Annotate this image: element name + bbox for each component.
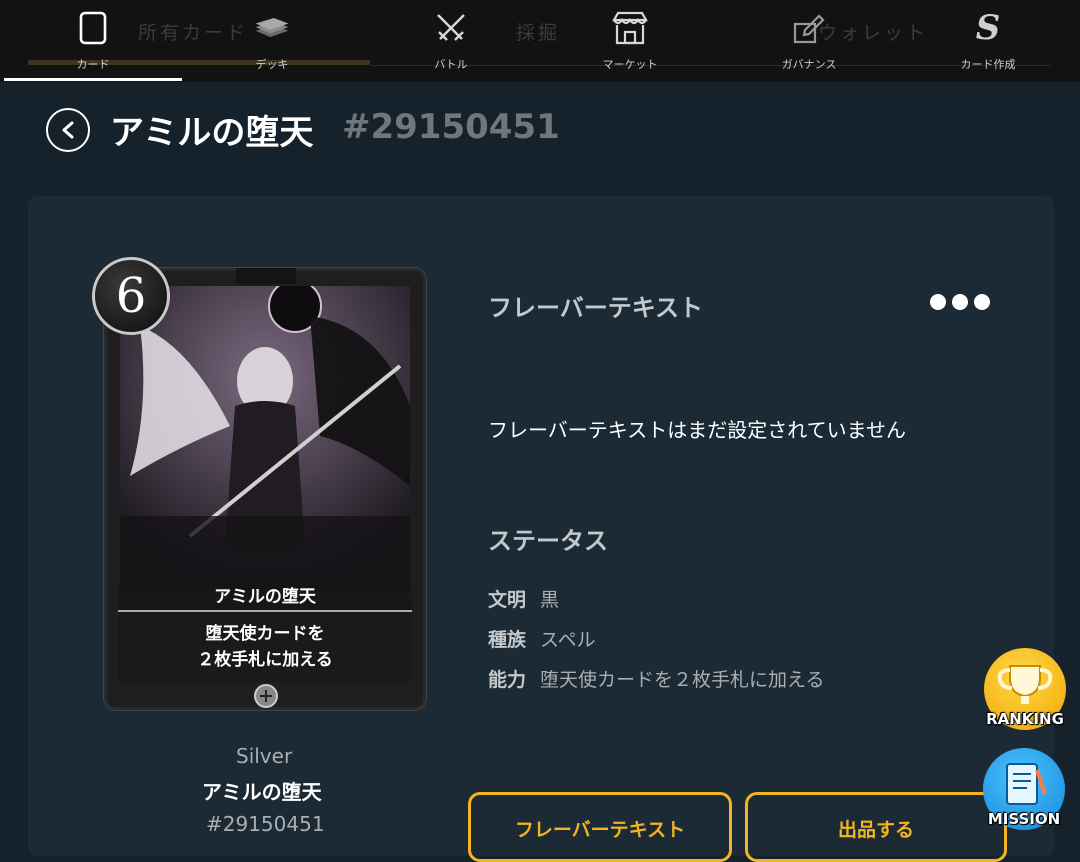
card-artwork: [120, 286, 410, 591]
status-label: 種族: [488, 629, 527, 651]
deck-icon: [252, 8, 292, 48]
status-value: スペル: [540, 629, 596, 651]
chevron-left-icon: [62, 121, 74, 139]
status-row-civilization: 文明黒: [488, 585, 559, 612]
card-caption-name: アミルの堕天: [202, 780, 322, 804]
nav-item-battle-label: バトル: [434, 58, 468, 71]
top-navigation-bar: 所有カード 採掘 ウォレット カード デッキ バトル マーケット ガバナンス S…: [0, 0, 1080, 82]
status-label: 文明: [488, 589, 527, 611]
card-name-plate: アミルの堕天: [118, 578, 412, 612]
more-dot-icon: [974, 294, 990, 310]
flavor-text-empty-message: フレーバーテキストはまだ設定されていません: [488, 418, 906, 442]
flavor-text-button[interactable]: フレーバーテキスト: [468, 792, 732, 862]
nav-item-battle[interactable]: バトル: [376, 8, 526, 72]
nav-item-deck[interactable]: デッキ: [197, 8, 347, 72]
s-logo-icon: S: [968, 8, 1008, 48]
status-value: 黒: [540, 589, 560, 611]
ranking-label: RANKING: [986, 710, 1064, 728]
card-rarity: Silver: [236, 744, 293, 768]
status-heading: ステータス: [488, 527, 608, 555]
card-caption-id: #29150451: [206, 812, 325, 836]
nav-item-deck-label: デッキ: [255, 58, 289, 71]
list-for-sale-button[interactable]: 出品する: [745, 792, 1007, 862]
page-title: アミルの堕天: [110, 113, 314, 153]
card-top-notch: [236, 268, 296, 284]
card-seal-icon: [254, 684, 278, 708]
ranking-badge[interactable]: RANKING: [984, 648, 1066, 730]
governance-icon: [789, 8, 829, 48]
crossed-swords-icon: [431, 8, 471, 48]
status-label: 能力: [488, 669, 527, 691]
active-tab-indicator: [4, 78, 182, 81]
shop-icon: [610, 8, 650, 48]
mission-label: MISSION: [987, 810, 1061, 828]
more-options-button[interactable]: [930, 292, 990, 312]
s-logo-glyph: S: [975, 8, 1001, 48]
status-value: 堕天使カードを２枚手札に加える: [540, 669, 825, 691]
card-ability-text: 堕天使カードを ２枚手札に加える: [118, 612, 412, 682]
nav-item-market-label: マーケット: [602, 58, 658, 71]
card-icon: [73, 8, 113, 48]
nav-item-card-label: カード: [76, 58, 110, 71]
nav-item-card-create-label: カード作成: [960, 58, 1016, 71]
nav-item-card-create[interactable]: S カード作成: [913, 8, 1063, 72]
status-row-ability: 能力 堕天使カードを２枚手札に加える: [488, 665, 824, 692]
nav-item-card[interactable]: カード: [18, 8, 168, 72]
card-ability-line-2: ２枚手札に加える: [197, 650, 333, 670]
card-cost-badge: 6: [92, 257, 170, 335]
card-ability-line-1: 堕天使カードを: [205, 624, 325, 644]
back-button[interactable]: [46, 108, 90, 152]
more-dot-icon: [952, 294, 968, 310]
nav-item-governance-label: ガバナンス: [781, 58, 837, 71]
mission-badge[interactable]: MISSION: [983, 748, 1065, 830]
more-dot-icon: [930, 294, 946, 310]
nav-item-market[interactable]: マーケット: [555, 8, 705, 72]
card-id-heading: #29150451: [342, 107, 560, 147]
flavor-text-heading: フレーバーテキスト: [488, 294, 704, 322]
status-row-race: 種族 スペル: [488, 625, 596, 652]
nav-item-governance[interactable]: ガバナンス: [734, 8, 884, 72]
